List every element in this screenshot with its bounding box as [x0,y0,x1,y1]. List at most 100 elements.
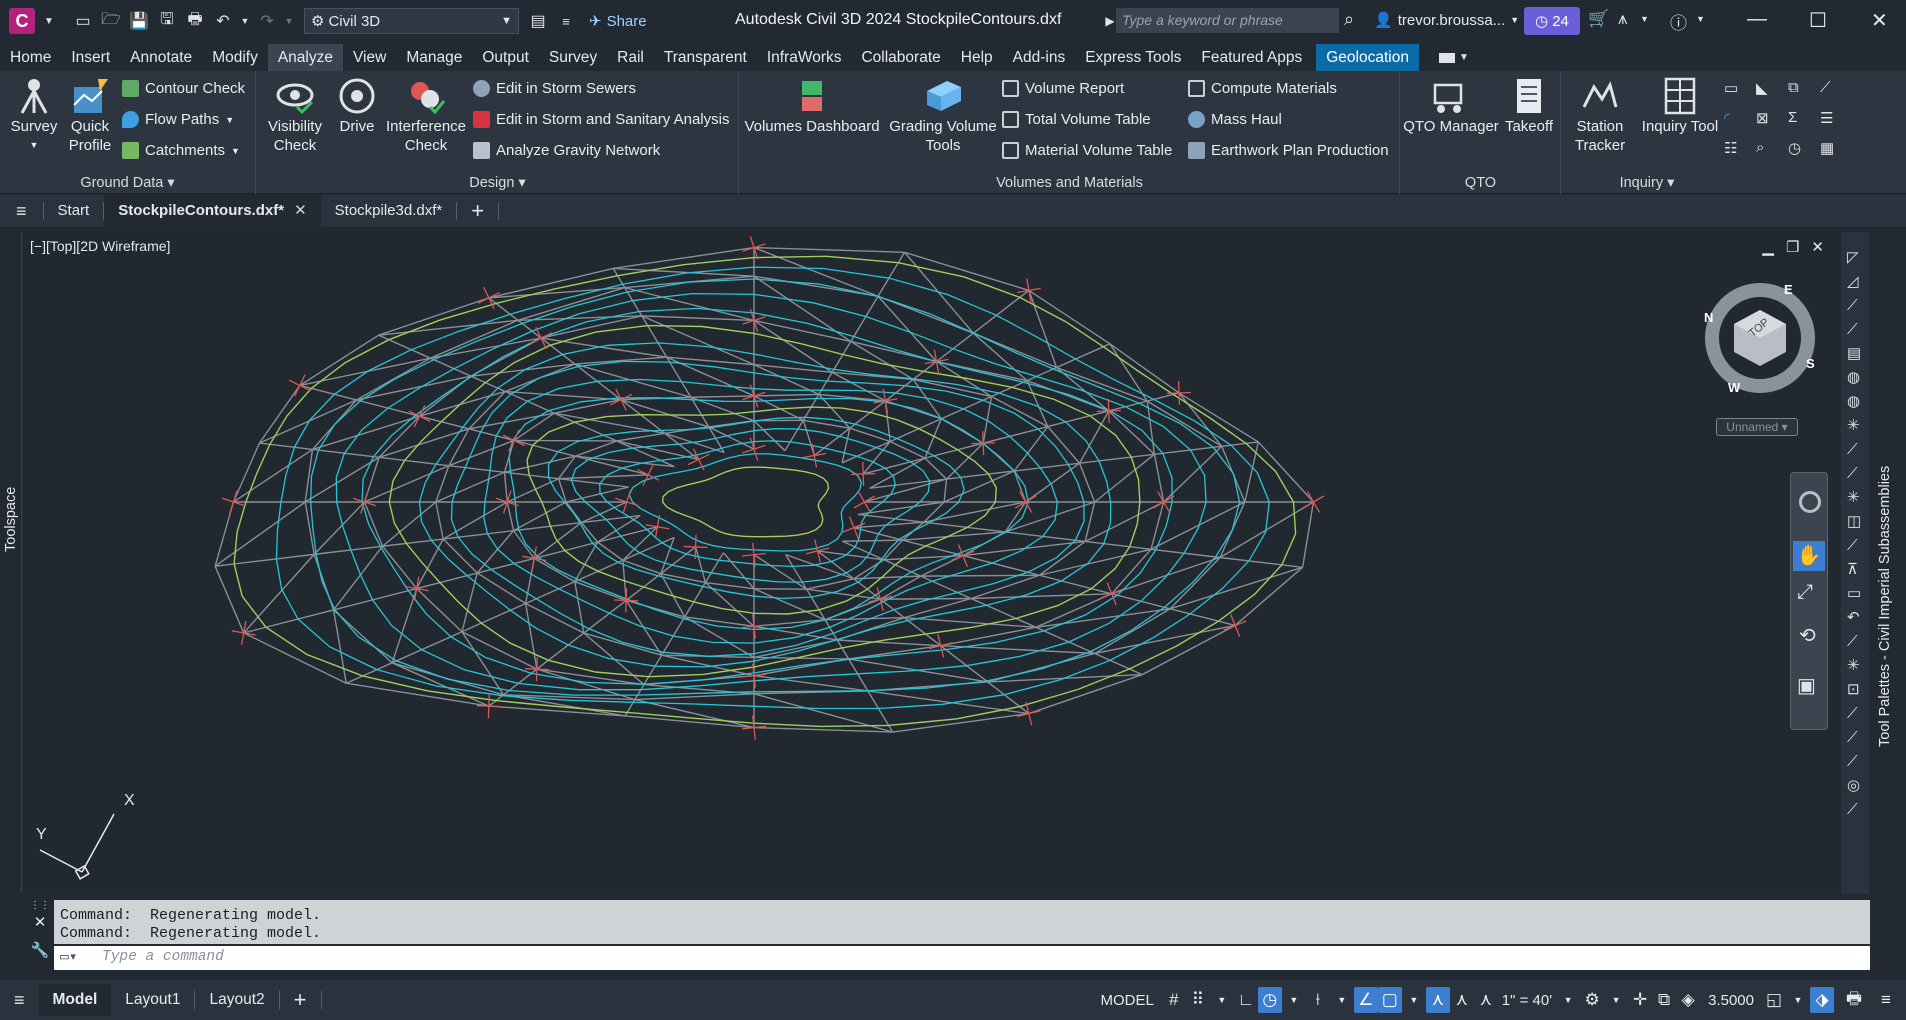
tab-stockpile3d[interactable]: Stockpile3d.dxf* [321,195,457,227]
hamburger-icon[interactable]: ≡ [0,984,39,1016]
object-snap-icon[interactable]: ▢ [1377,987,1402,1013]
minimize-icon[interactable]: ▁ [1762,238,1774,256]
edit-storm-sewers-button[interactable]: Edit in Storm Sewers [473,80,636,97]
restore-icon[interactable]: ❐ [1786,238,1799,256]
zoom-inquiry-icon[interactable]: ⌕ [1756,139,1764,156]
annotation-visibility-icon[interactable]: ⋏ [1425,987,1450,1013]
isolate-icon[interactable]: ⧉ [1652,990,1676,1010]
steering-wheel-icon[interactable] [1799,491,1821,513]
tab-start[interactable]: Start [44,195,104,227]
material-volume-table-button[interactable]: Material Volume Table [1002,142,1172,159]
snap-icon[interactable]: ⠿ [1186,990,1210,1010]
hardware-acceleration-icon[interactable]: ◱ [1762,990,1786,1010]
model-space-toggle[interactable]: MODEL [1092,992,1161,1009]
tab-stockpile-contours[interactable]: StockpileContours.dxf* ✕ [104,195,321,227]
chevron-down-icon[interactable]: ▼ [1556,995,1580,1005]
save-as-icon[interactable]: 🖫 [156,10,178,32]
line-inquiry-icon[interactable]: ⊠ [1756,109,1769,127]
chevron-down-icon[interactable]: ▼ [1604,995,1628,1005]
undo-icon[interactable]: ↶ [212,10,234,32]
minimize-icon[interactable]: — [1747,8,1767,31]
tab-infraworks[interactable]: InfraWorks [757,44,852,71]
tab-model[interactable]: Model [38,984,112,1016]
save-icon[interactable]: 💾 [128,10,150,32]
compass-s[interactable]: S [1806,356,1815,371]
mass-haul-button[interactable]: Mass Haul [1188,111,1282,128]
add-layout-icon[interactable]: + [280,984,321,1016]
search-input[interactable]: Type a keyword or phrase [1116,8,1339,33]
ortho-icon[interactable]: ∟ [1234,990,1258,1010]
interference-check-button[interactable]: Interference Check [385,77,467,155]
tab-addins[interactable]: Add-ins [1003,44,1076,71]
edit-storm-sanitary-button[interactable]: Edit in Storm and Sanitary Analysis [473,111,729,128]
command-prompt-icon[interactable]: ▭▾ [60,949,77,966]
search-icon[interactable]: ⌕ [1344,9,1354,30]
takeoff-button[interactable]: Takeoff [1501,77,1557,136]
chevron-down-icon[interactable]: ▼ [1210,995,1234,1005]
close-icon[interactable]: ✕ [294,202,307,219]
volume-report-button[interactable]: Volume Report [1002,80,1124,97]
tab-transparent[interactable]: Transparent [654,44,757,71]
tab-view[interactable]: View [343,44,396,71]
chevron-down-icon[interactable]: ▼ [1786,995,1810,1005]
tab-home[interactable]: Home [0,44,61,71]
chevron-down-icon[interactable]: ▼ [1696,14,1705,24]
close-icon[interactable]: ✕ [1811,238,1824,256]
copy-inquiry-icon[interactable]: ⧉ [1788,79,1799,96]
new-file-icon[interactable]: ▭ [72,10,94,32]
showmotion-icon[interactable]: ▣ [1797,673,1816,698]
cart-icon[interactable]: 🛒 [1588,9,1609,29]
drive-button[interactable]: Drive [335,77,379,136]
annotation-scale-icon[interactable]: ⋏ [1474,990,1498,1010]
total-volume-table-button[interactable]: Total Volume Table [1002,111,1151,128]
tab-analyze[interactable]: Analyze [267,44,343,71]
tag-icon[interactable]: ⬗ [1810,987,1834,1013]
palette-tool-icon[interactable]: ◸ ◿ ⟋ ⟋ ▤ ◍ ◍ ✳ ⟋ ⟋ ✳ ◫ ⟋ ⊼ ▭ ↶ ⟋ ✳ ⊡ ⟋ ⟋ ⟋ ◎ ⟋ [1847,246,1861,822]
compute-materials-button[interactable]: Compute Materials [1188,80,1337,97]
redo-dropdown-icon[interactable]: ▼ [284,10,294,32]
measure-icon[interactable]: ⟋ [1820,79,1831,96]
qto-manager-button[interactable]: QTO Manager [1403,77,1499,136]
earthwork-plan-button[interactable]: Earthwork Plan Production [1188,142,1389,159]
contour-check-button[interactable]: Contour Check [122,80,245,97]
open-folder-icon[interactable]: 🗁 [100,10,122,32]
tab-help[interactable]: Help [951,44,1003,71]
inquiry-tool-button[interactable]: Inquiry Tool [1636,77,1724,136]
survey-button[interactable]: Survey ▼ [10,77,58,155]
list-icon[interactable]: ☰ [1820,109,1833,127]
elevation-icon[interactable]: ◈ [1676,990,1700,1010]
catchments-button[interactable]: Catchments ▼ [122,142,240,159]
tab-express-tools[interactable]: Express Tools [1075,44,1191,71]
chevron-down-icon[interactable]: ▼ [1402,995,1426,1005]
toolspace-panel[interactable]: Toolspace [0,232,22,892]
tab-modify[interactable]: Modify [202,44,268,71]
station-tracker-button[interactable]: Station Tracker [1566,77,1634,155]
customize-icon[interactable]: ≡ [1874,990,1898,1010]
close-icon[interactable]: ✕ [28,913,52,931]
tab-rail[interactable]: Rail [607,44,654,71]
volumes-dashboard-button[interactable]: Volumes Dashboard [744,77,880,136]
command-input[interactable]: ▭▾ Type a command [54,946,1870,970]
tab-layout2[interactable]: Layout2 [195,984,278,1016]
isodraft-icon[interactable]: ⟊ [1306,990,1330,1010]
autodesk-icon[interactable]: ⩚ [1618,9,1628,29]
grip-icon[interactable]: ⋮⋮ [28,900,52,911]
user-menu[interactable]: 👤 trevor.broussa... ▼ [1374,11,1519,30]
grid-icon[interactable]: # [1162,990,1186,1010]
orbit-icon[interactable]: ⟲ [1799,623,1816,648]
calculator-icon[interactable]: ▦ [1820,139,1834,157]
viewport-label[interactable]: [−][Top][2D Wireframe] [30,238,170,254]
new-tab-icon[interactable]: + [457,195,498,227]
quick-profile-button[interactable]: Quick Profile [66,77,114,155]
chevron-down-icon[interactable]: ▼ [1640,14,1649,24]
compass-w[interactable]: W [1728,380,1740,395]
tab-layout1[interactable]: Layout1 [111,984,194,1016]
tab-manage[interactable]: Manage [396,44,472,71]
pan-icon[interactable]: ✋ [1793,541,1825,571]
customize-qa-icon[interactable]: ≡ [555,10,577,32]
tab-annotate[interactable]: Annotate [120,44,202,71]
grading-volume-tools-button[interactable]: Grading Volume Tools [884,77,1002,155]
redo-icon[interactable]: ↷ [256,10,278,32]
tab-collaborate[interactable]: Collaborate [851,44,950,71]
angle-inquiry-icon[interactable]: ◣ [1756,79,1768,97]
